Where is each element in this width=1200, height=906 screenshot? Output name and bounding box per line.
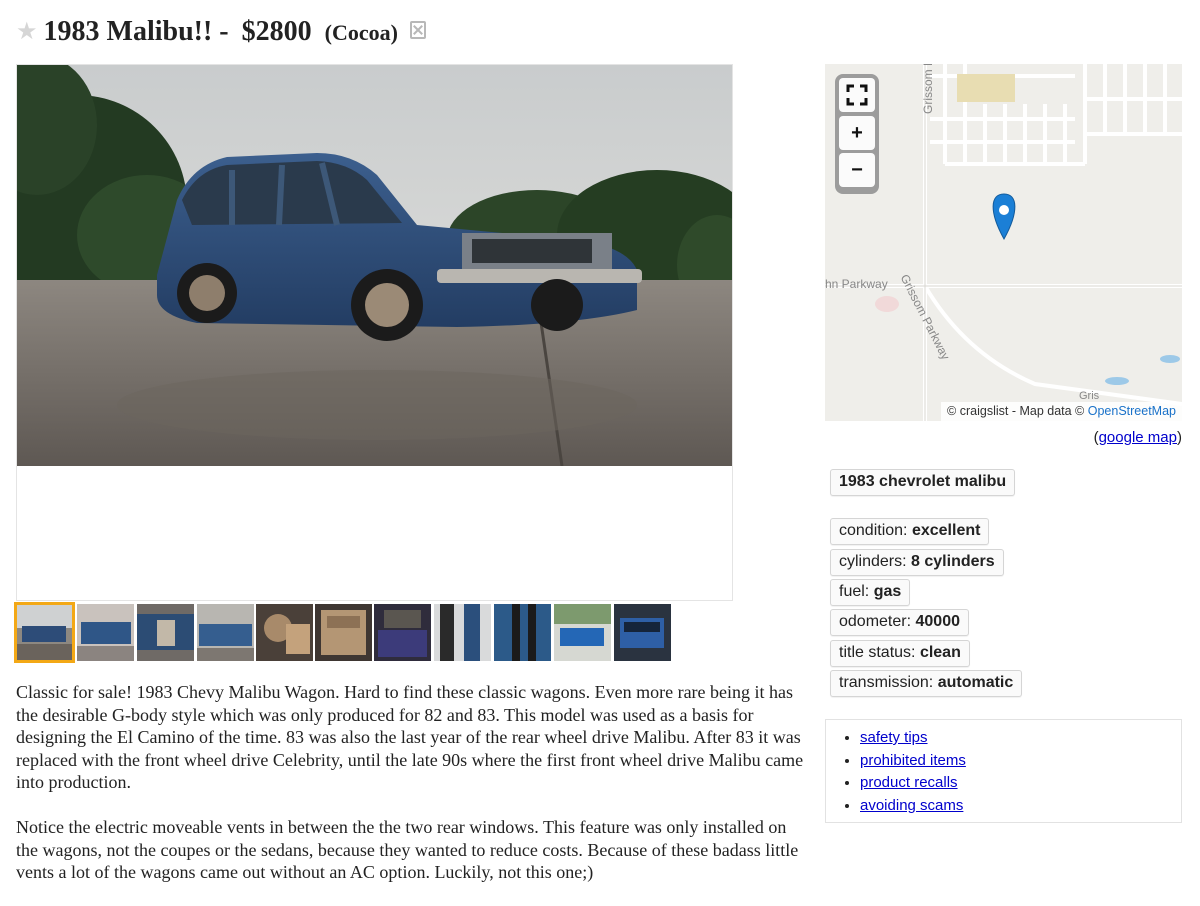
- fullscreen-button[interactable]: [839, 78, 875, 112]
- zoom-in-button[interactable]: +: [839, 116, 875, 150]
- attr-condition: condition: excellent: [830, 518, 990, 545]
- avoiding-scams-link[interactable]: avoiding scams: [860, 797, 963, 814]
- thumbnail[interactable]: [77, 604, 134, 661]
- description-paragraph: Notice the electric moveable vents in be…: [16, 816, 799, 883]
- posting-title-bar: ★ 1983 Malibu!! - $2800 (Cocoa): [16, 12, 426, 52]
- street-label: Gris: [1079, 390, 1100, 402]
- google-map-link[interactable]: google map: [1099, 429, 1177, 446]
- attr-transmission: transmission: automatic: [830, 670, 1023, 697]
- product-recalls-link[interactable]: product recalls: [860, 774, 958, 791]
- thumbnail[interactable]: [554, 604, 611, 661]
- thumbnail[interactable]: [494, 604, 551, 661]
- thumbnail[interactable]: [14, 602, 75, 663]
- posting-title-text: 1983 Malibu!!: [43, 16, 213, 47]
- prohibited-items-link[interactable]: prohibited items: [860, 752, 966, 769]
- attr-fuel: fuel: gas: [830, 579, 911, 606]
- thumbnail[interactable]: [256, 604, 313, 661]
- thumbnail[interactable]: [434, 604, 491, 661]
- list-item: product recalls: [860, 772, 1181, 795]
- attr-value: automatic: [937, 674, 1014, 691]
- street-label: hn Parkway: [825, 277, 888, 291]
- attr-label: fuel:: [839, 583, 870, 600]
- price: $2800: [241, 16, 312, 47]
- description-paragraph: Classic for sale! 1983 Chevy Malibu Wago…: [16, 682, 804, 793]
- safety-tips-link[interactable]: safety tips: [860, 729, 928, 746]
- fullscreen-icon: [846, 84, 868, 106]
- attr-title-status: title status: clean: [830, 640, 970, 667]
- attr-label: odometer:: [839, 613, 912, 630]
- hide-icon[interactable]: [409, 21, 426, 39]
- attr-value: clean: [919, 644, 961, 661]
- thumbnail[interactable]: [137, 604, 194, 661]
- paren-close: ): [1177, 429, 1182, 446]
- main-photo-image: [17, 65, 732, 466]
- thumbnail[interactable]: [197, 604, 254, 661]
- zoom-out-button[interactable]: −: [839, 153, 875, 187]
- attr-value: 40000: [915, 613, 961, 630]
- google-map-line: (google map): [1094, 429, 1182, 446]
- attr-value: 8 cylinders: [911, 553, 995, 570]
- list-item: safety tips: [860, 727, 1181, 750]
- attr-value: excellent: [911, 522, 981, 539]
- main-photo[interactable]: [17, 65, 732, 466]
- attr-label: title status:: [839, 644, 916, 661]
- title-separator: -: [219, 16, 229, 47]
- attr-cylinders: cylinders: 8 cylinders: [830, 549, 1004, 576]
- posting-body: Classic for sale! 1983 Chevy Malibu Wago…: [16, 681, 806, 906]
- thumbnail-strip: [14, 602, 716, 663]
- thumbnail[interactable]: [374, 604, 431, 661]
- attr-value: gas: [873, 583, 902, 600]
- attr-label: cylinders:: [839, 553, 907, 570]
- street-label: Grissom Pa: [921, 64, 935, 114]
- posting-title: 1983 Malibu!! - $2800 (Cocoa): [44, 16, 398, 48]
- map-attribution: © craigslist - Map data © OpenStreetMap: [941, 402, 1182, 421]
- thumbnail[interactable]: [315, 604, 372, 661]
- location: (Cocoa): [324, 20, 398, 45]
- star-icon[interactable]: ★: [16, 20, 38, 44]
- safety-links-box: safety tips prohibited items product rec…: [825, 719, 1182, 823]
- attr-label: condition:: [839, 522, 908, 539]
- thumbnail[interactable]: [614, 604, 671, 661]
- list-item: avoiding scams: [860, 795, 1181, 818]
- attr-odometer: odometer: 40000: [830, 609, 969, 636]
- image-gallery: [16, 64, 733, 601]
- attribution-text: © craigslist - Map data ©: [947, 404, 1085, 418]
- list-item: prohibited items: [860, 750, 1181, 773]
- attr-label: transmission:: [839, 674, 934, 691]
- safety-links-list: safety tips prohibited items product rec…: [842, 727, 1181, 817]
- vehicle-name: 1983 chevrolet malibu: [830, 469, 1016, 496]
- openstreetmap-link[interactable]: OpenStreetMap: [1088, 404, 1176, 418]
- map[interactable]: hn Parkway Grissom Pa Grissom Parkway Gr…: [825, 64, 1182, 421]
- map-controls: + −: [835, 74, 879, 194]
